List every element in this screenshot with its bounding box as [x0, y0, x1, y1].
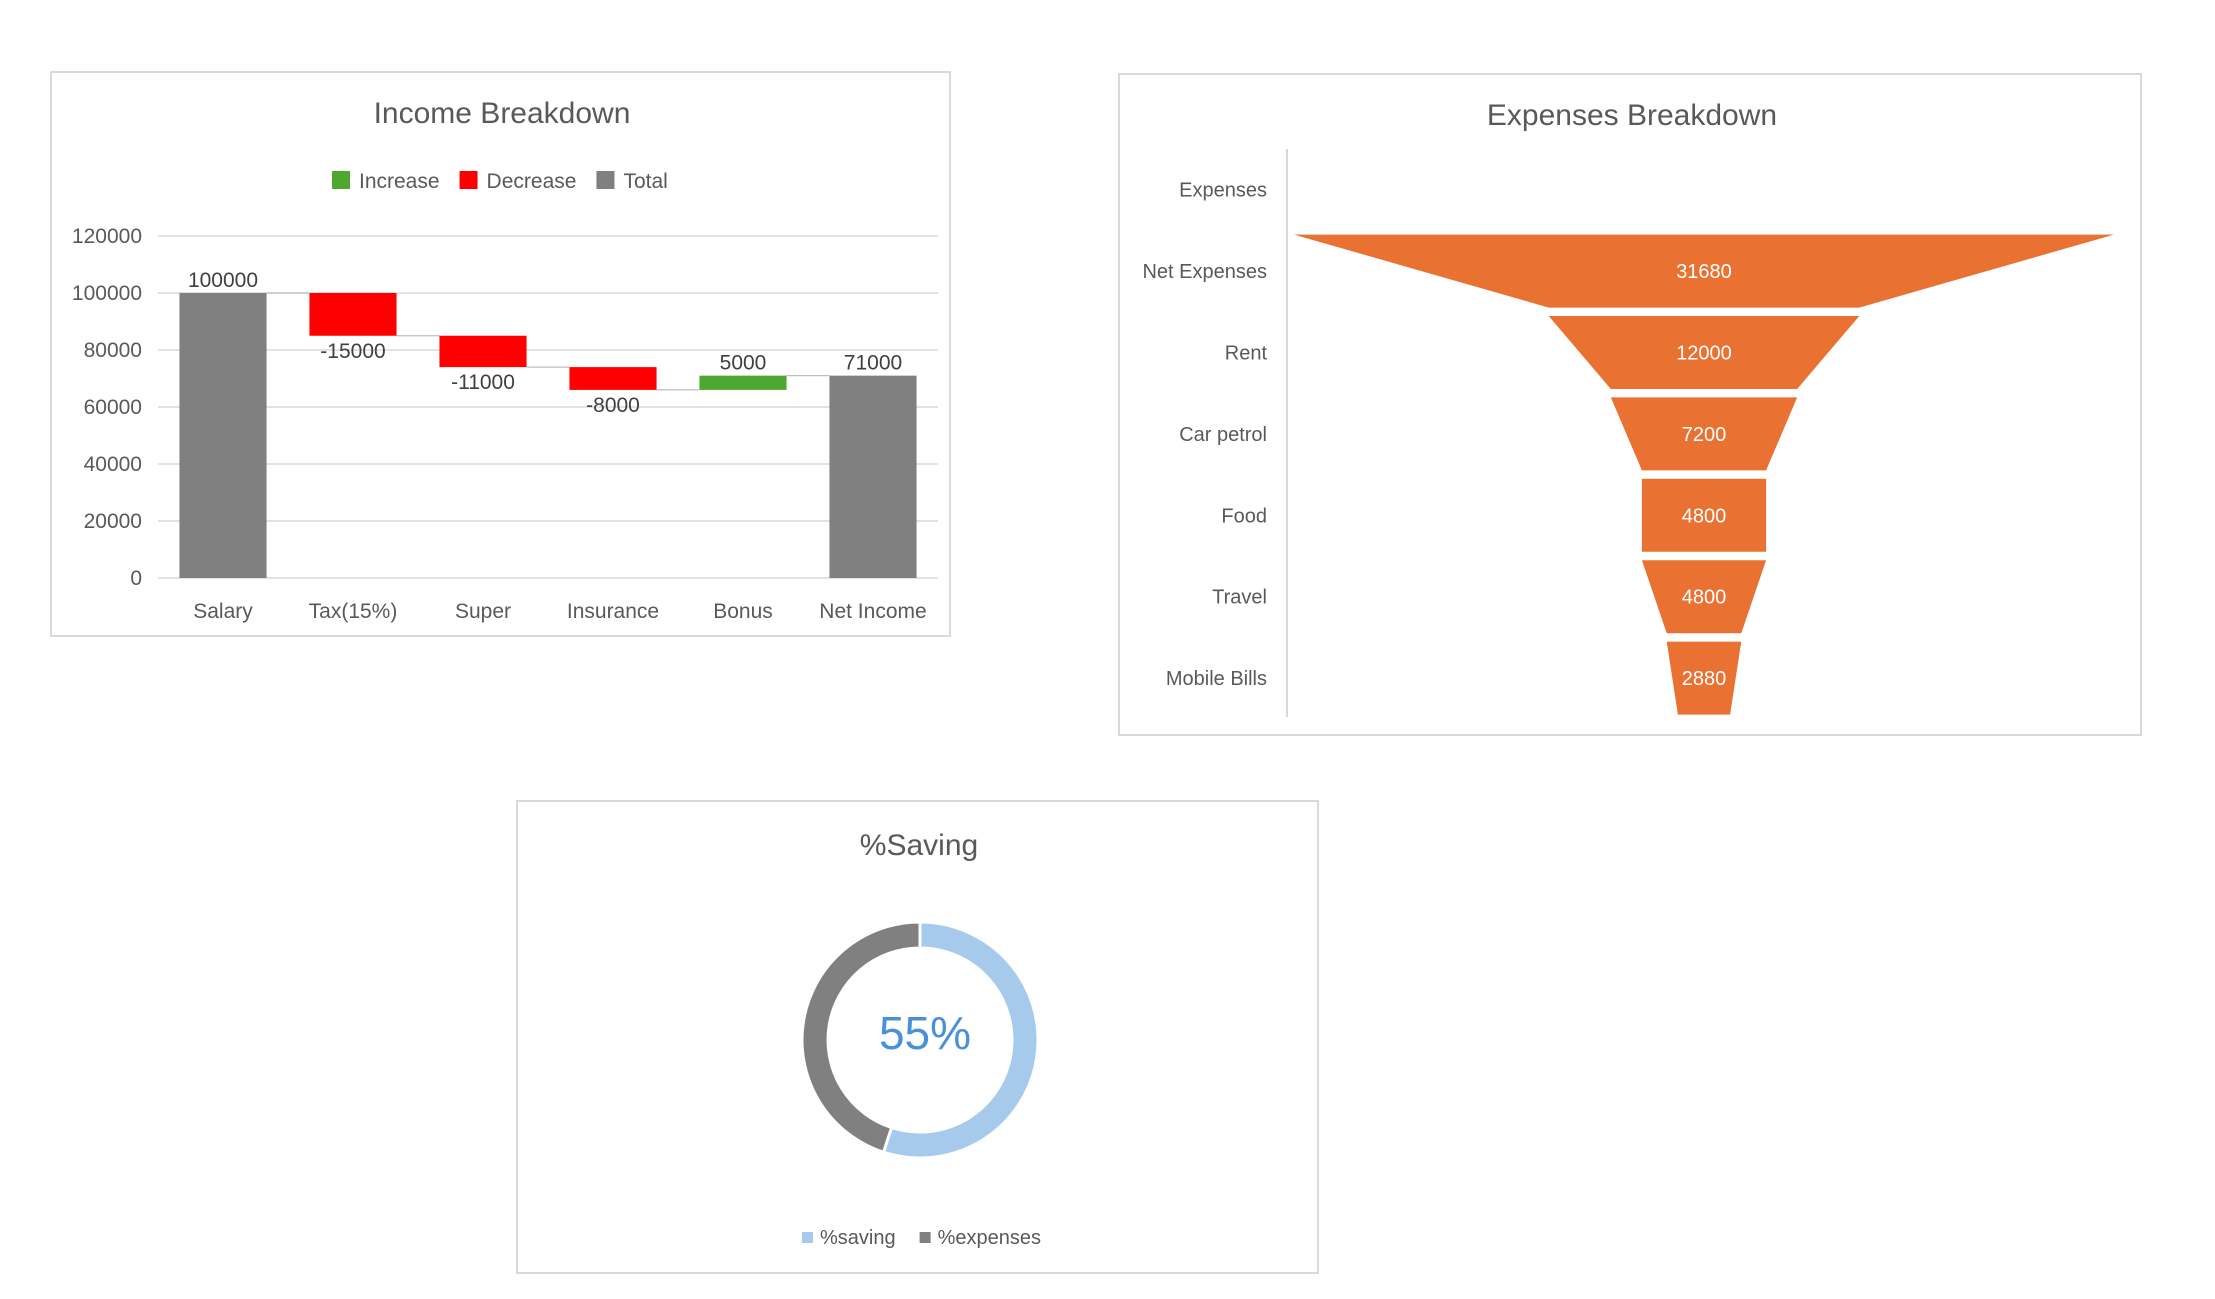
income-breakdown-chart: Income Breakdown Increase Decrease Total 0… — [50, 71, 951, 637]
expenses-funnel-bars — [1294, 234, 2114, 715]
funnel-value-label: 4800 — [1682, 587, 1727, 609]
data-label: 71000 — [844, 352, 902, 375]
legend-swatch-expenses — [919, 1232, 931, 1243]
income-x-axis: Salary Tax(15%) Super Insurance Bonus Net Inc… — [193, 600, 926, 623]
y-tick-label: 120000 — [72, 225, 142, 248]
legend-label-total: Total — [623, 170, 667, 193]
data-label: 5000 — [720, 352, 767, 375]
x-tick-label: Net Income — [819, 600, 926, 623]
bar-salary — [179, 293, 267, 578]
bar-super — [439, 335, 527, 368]
expenses-chart-svg: Expenses Breakdown Expenses Net Expenses R… — [1142, 99, 2114, 717]
funnel-value-label: 12000 — [1676, 343, 1732, 365]
income-bars — [179, 292, 917, 578]
legend-label-saving: %saving — [820, 1227, 896, 1249]
bar-insurance — [569, 367, 657, 390]
category-label: Travel — [1212, 587, 1267, 609]
saving-chart: %Saving 55% %saving %expenses — [516, 800, 1319, 1274]
x-tick-label: Insurance — [567, 600, 659, 623]
category-label: Rent — [1225, 343, 1268, 365]
funnel-value-label: 31680 — [1676, 261, 1732, 283]
saving-chart-title: %Saving — [860, 829, 978, 862]
y-tick-label: 40000 — [84, 453, 142, 476]
category-label: Car petrol — [1179, 424, 1267, 446]
income-data-labels: 100000 -15000 -11000 -8000 5000 71000 — [188, 269, 902, 417]
x-tick-label: Bonus — [713, 600, 773, 623]
bar-tax-15- — [309, 293, 397, 336]
category-label: Mobile Bills — [1166, 668, 1267, 690]
x-tick-label: Salary — [193, 600, 253, 623]
income-gridlines — [158, 235, 938, 579]
data-label: -11000 — [451, 371, 515, 394]
y-tick-label: 60000 — [84, 396, 142, 419]
bar-net-income — [829, 375, 917, 578]
y-tick-label: 80000 — [84, 339, 142, 362]
funnel-value-label: 2880 — [1682, 668, 1727, 690]
income-y-axis: 0 20000 40000 60000 80000 100000 120000 — [72, 225, 142, 590]
saving-center-label: 55% — [879, 1007, 971, 1059]
legend-label-increase: Increase — [359, 170, 440, 193]
expenses-category-labels: Expenses Net Expenses Rent Car petrol Food Tr… — [1142, 180, 1267, 690]
category-label: Net Expenses — [1142, 261, 1267, 283]
legend-swatch-decrease — [459, 171, 478, 189]
funnel-value-label: 7200 — [1682, 424, 1727, 446]
legend-label-decrease: Decrease — [487, 170, 577, 193]
x-tick-label: Tax(15%) — [309, 600, 398, 623]
legend-swatch-total — [596, 171, 615, 189]
bar-bonus — [699, 375, 787, 390]
income-chart-svg: Income Breakdown Increase Decrease Total 0… — [72, 97, 938, 623]
legend-swatch-saving — [802, 1232, 813, 1243]
saving-legend: %saving %expenses — [802, 1227, 1041, 1249]
income-legend: Increase Decrease Total — [332, 170, 668, 193]
funnel-value-label: 4800 — [1682, 505, 1727, 527]
category-label: Food — [1221, 505, 1267, 527]
income-chart-title: Income Breakdown — [374, 97, 631, 130]
saving-chart-svg: %Saving 55% %saving %expenses — [800, 829, 1041, 1249]
data-label: -8000 — [586, 394, 640, 417]
legend-swatch-increase — [332, 171, 350, 189]
expenses-breakdown-chart: Expenses Breakdown Expenses Net Expenses R… — [1118, 73, 2142, 736]
legend-label-expenses: %expenses — [938, 1227, 1041, 1249]
x-tick-label: Super — [455, 600, 511, 623]
category-label: Expenses — [1179, 180, 1267, 202]
data-label: 100000 — [188, 269, 258, 292]
y-tick-label: 20000 — [84, 510, 142, 533]
expenses-chart-title: Expenses Breakdown — [1487, 99, 1777, 132]
y-tick-label: 0 — [130, 567, 142, 590]
y-tick-label: 100000 — [72, 282, 142, 305]
data-label: -15000 — [320, 340, 385, 363]
